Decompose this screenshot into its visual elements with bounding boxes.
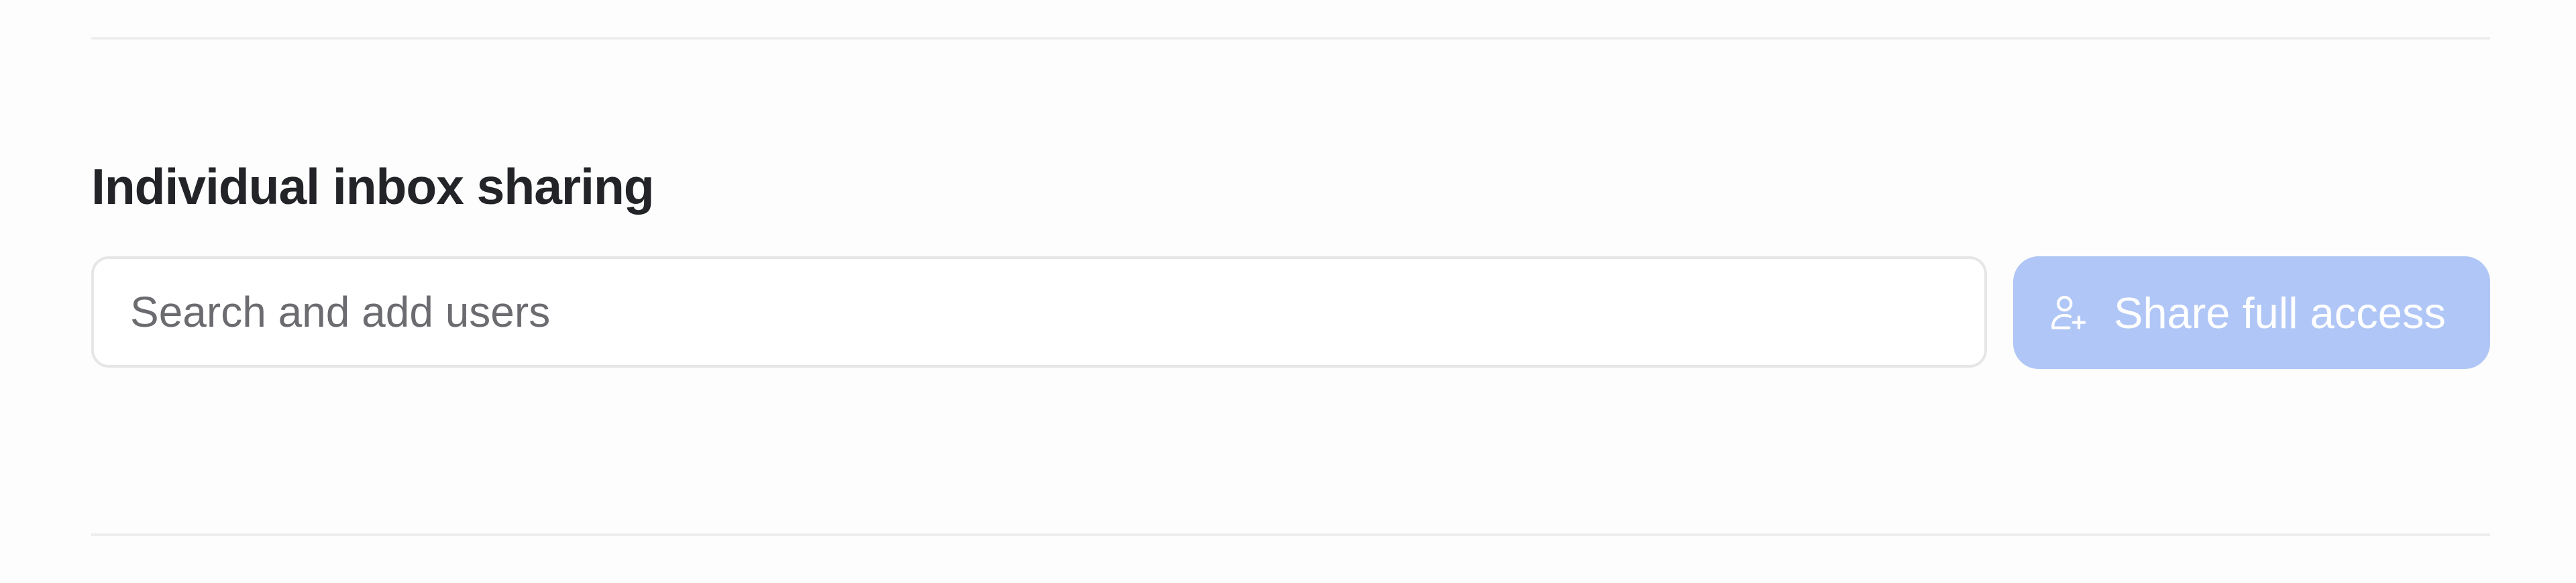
inbox-sharing-page: Individual inbox sharing Share full acce…	[0, 0, 2576, 583]
user-plus-icon	[2047, 291, 2090, 334]
search-users-input[interactable]	[91, 256, 1987, 368]
top-divider	[91, 37, 2490, 40]
share-button-label: Share full access	[2114, 288, 2446, 337]
bottom-divider	[91, 533, 2490, 536]
section-title: Individual inbox sharing	[91, 158, 655, 215]
share-full-access-button[interactable]: Share full access	[2013, 256, 2490, 369]
